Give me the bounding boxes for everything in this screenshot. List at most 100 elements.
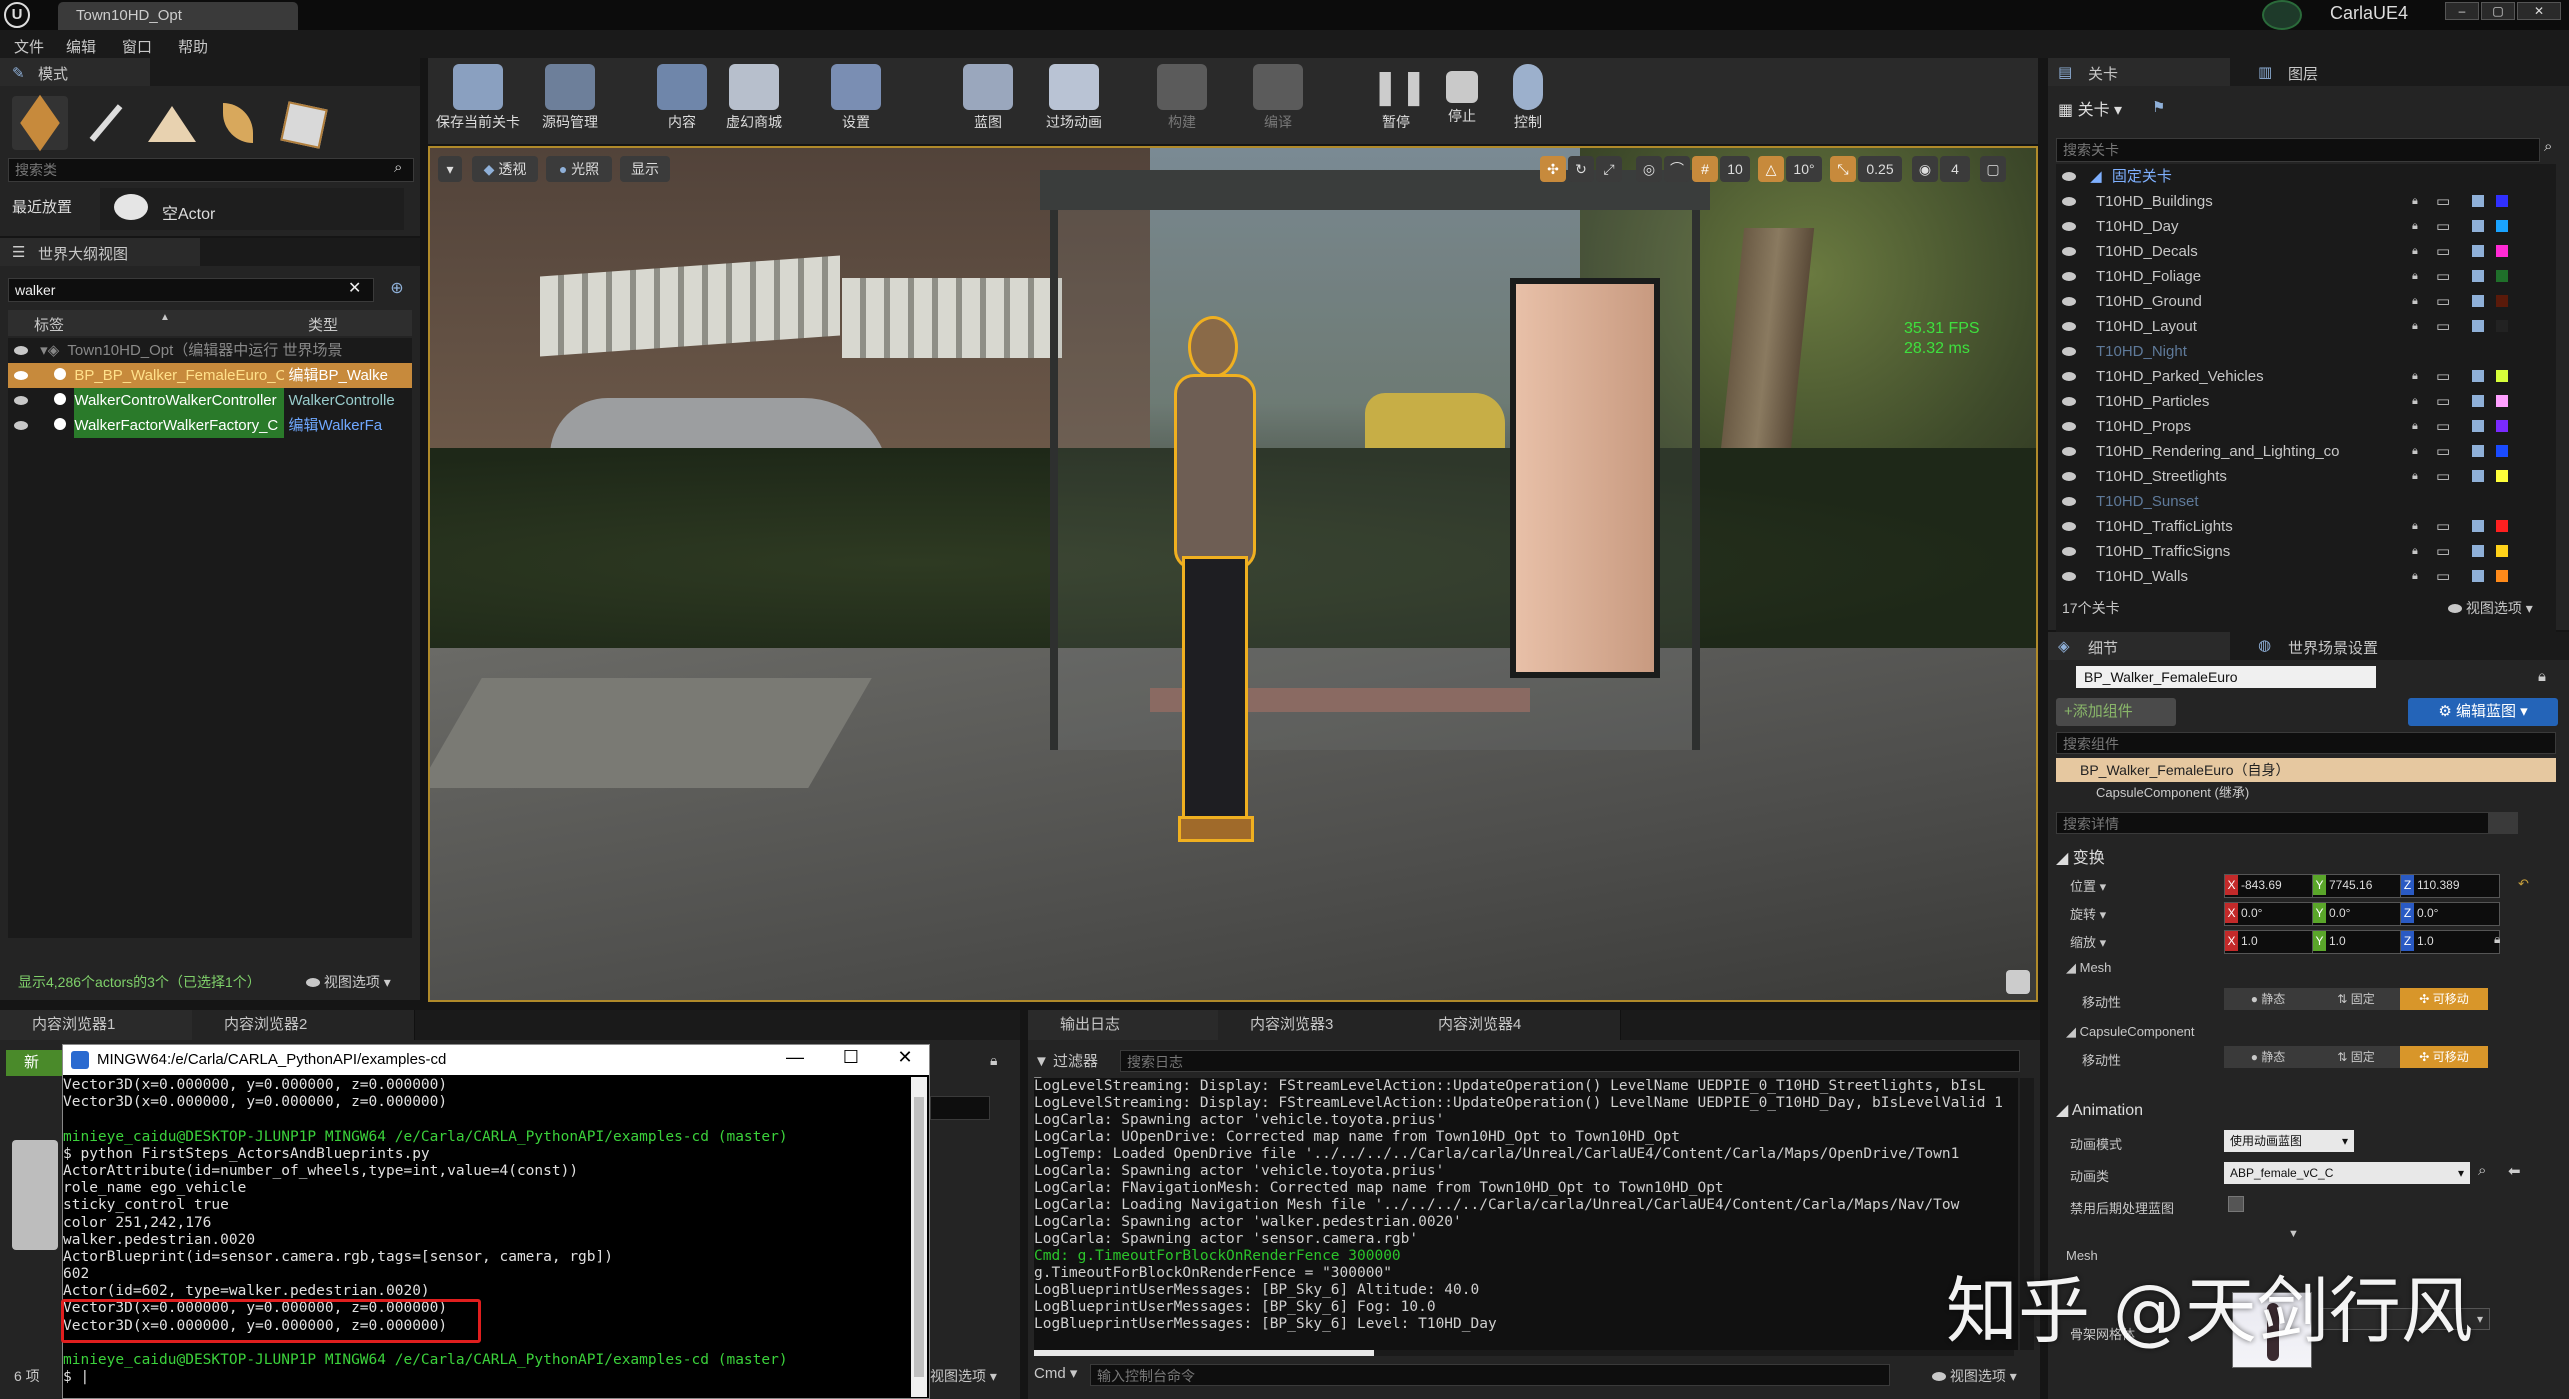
content-asset-tile[interactable] bbox=[12, 1140, 58, 1250]
blueprint-icon[interactable] bbox=[2472, 470, 2484, 482]
table-row[interactable]: WalkerFactorWalkerFactory_C 编辑WalkerFa bbox=[8, 413, 412, 438]
mesh-section[interactable]: ◢ Mesh bbox=[2066, 960, 2111, 976]
cmd-dropdown[interactable]: Cmd ▾ bbox=[1034, 1364, 1084, 1386]
col-label[interactable]: 标签 bbox=[34, 314, 64, 335]
level-row[interactable]: T10HD_Walls 🔒︎ ▭ bbox=[2056, 564, 2556, 589]
clear-search-icon[interactable]: ✕ bbox=[348, 278, 361, 298]
save-icon[interactable]: ▭ bbox=[2436, 439, 2450, 464]
class-search-input[interactable]: 搜索类 bbox=[8, 158, 414, 182]
table-row[interactable]: BP_BP_Walker_FemaleEuro_C 编辑BP_Walke bbox=[8, 363, 412, 388]
level-color-swatch[interactable] bbox=[2496, 270, 2508, 282]
outliner-view-options[interactable]: 视图选项 ▾ bbox=[306, 972, 391, 992]
recent-placed-tab[interactable]: 最近放置 bbox=[12, 196, 72, 217]
disable-post-checkbox[interactable] bbox=[2228, 1196, 2244, 1212]
details-search-input[interactable]: 搜索详情 bbox=[2056, 812, 2494, 834]
level-color-swatch[interactable] bbox=[2496, 570, 2508, 582]
level-color-swatch[interactable] bbox=[2496, 545, 2508, 557]
eye-icon[interactable] bbox=[2062, 222, 2076, 231]
log-filter-button[interactable]: ▼ 过滤器 ▾ bbox=[1034, 1050, 1108, 1089]
level-row[interactable]: T10HD_Sunset bbox=[2056, 489, 2556, 514]
blueprint-icon[interactable] bbox=[2472, 320, 2484, 332]
blueprint-icon[interactable] bbox=[2472, 245, 2484, 257]
output-log-tab[interactable]: 输出日志 bbox=[1028, 1010, 1243, 1040]
level-color-swatch[interactable] bbox=[2496, 520, 2508, 532]
eye-icon[interactable] bbox=[2062, 172, 2076, 181]
terminal-minimize-button[interactable]: — bbox=[775, 1047, 815, 1073]
scale-tool-button[interactable]: ⤢ bbox=[1596, 156, 1622, 182]
level-color-swatch[interactable] bbox=[2496, 395, 2508, 407]
source-control-button[interactable]: 源码管理 bbox=[528, 58, 612, 138]
lock-icon[interactable]: 🔒︎ bbox=[2412, 264, 2418, 289]
details-tab[interactable]: ◈ 细节 bbox=[2048, 632, 2230, 660]
mode-place-button[interactable] bbox=[12, 94, 68, 152]
level-row[interactable]: T10HD_Rendering_and_Lighting_co 🔒︎ ▭ bbox=[2056, 439, 2556, 464]
blueprint-icon[interactable] bbox=[2472, 270, 2484, 282]
console-command-input[interactable]: 输入控制台命令 bbox=[1090, 1364, 1890, 1386]
level-row[interactable]: T10HD_Particles 🔒︎ ▭ bbox=[2056, 389, 2556, 414]
eye-icon[interactable] bbox=[2062, 447, 2076, 456]
eye-icon[interactable] bbox=[2062, 547, 2076, 556]
eye-icon[interactable] bbox=[2062, 322, 2076, 331]
level-color-swatch[interactable] bbox=[2496, 470, 2508, 482]
terminal-maximize-button[interactable]: ☐ bbox=[831, 1047, 871, 1073]
eye-icon[interactable] bbox=[2062, 347, 2076, 356]
outliner-search-input[interactable]: walker bbox=[8, 278, 374, 302]
level-row[interactable]: T10HD_Foliage 🔒︎ ▭ bbox=[2056, 264, 2556, 289]
save-icon[interactable]: ▭ bbox=[2436, 514, 2450, 539]
save-icon[interactable]: ▭ bbox=[2436, 264, 2450, 289]
eye-icon[interactable] bbox=[2062, 372, 2076, 381]
lock-icon[interactable]: 🔒︎ bbox=[2412, 414, 2418, 439]
eye-icon[interactable] bbox=[2062, 247, 2076, 256]
surface-snap-button[interactable]: ⌒ bbox=[1664, 156, 1690, 182]
blueprint-icon[interactable] bbox=[2472, 570, 2484, 582]
modes-tab[interactable]: ✎ 模式 bbox=[0, 58, 150, 86]
save-icon[interactable]: ▭ bbox=[2436, 414, 2450, 439]
expand-advanced-icon[interactable]: ▼ bbox=[2288, 1228, 2299, 1240]
viewport-options-button[interactable] bbox=[2006, 970, 2030, 994]
actor-name-field[interactable]: BP_Walker_FemaleEuro bbox=[2076, 666, 2376, 688]
mode-geometry-button[interactable] bbox=[276, 96, 332, 150]
property-matrix-button[interactable] bbox=[2488, 812, 2518, 834]
lock-icon[interactable]: 🔒︎ bbox=[2412, 364, 2418, 389]
level-color-swatch[interactable] bbox=[2496, 320, 2508, 332]
level-tab[interactable]: Town10HD_Opt bbox=[58, 2, 298, 30]
edit-blueprint-button[interactable]: ⚙ 编辑蓝图 ▾ bbox=[2408, 698, 2558, 726]
world-settings-tab[interactable]: ◍ 世界场景设置 bbox=[2248, 632, 2448, 660]
mesh-mobility-static[interactable]: ● 静态 bbox=[2224, 988, 2312, 1010]
empty-actor-item[interactable]: 空Actor bbox=[100, 188, 404, 230]
mode-landscape-button[interactable] bbox=[144, 96, 200, 150]
components-search-input[interactable]: 搜索组件 bbox=[2056, 732, 2556, 754]
log-view-options[interactable]: 视图选项 ▾ bbox=[1932, 1366, 2017, 1386]
maximize-button[interactable]: ▢ bbox=[2481, 2, 2515, 20]
level-row[interactable]: T10HD_TrafficLights 🔒︎ ▭ bbox=[2056, 514, 2556, 539]
use-selected-icon[interactable]: ⬅ bbox=[2508, 1162, 2521, 1180]
blueprint-icon[interactable] bbox=[2472, 520, 2484, 532]
levels-tab[interactable]: ▤ 关卡 bbox=[2048, 58, 2230, 86]
anim-class-dropdown[interactable]: ABP_female_vC_C ▾ bbox=[2224, 1162, 2470, 1184]
level-row[interactable]: T10HD_Props 🔒︎ ▭ bbox=[2056, 414, 2556, 439]
translate-tool-button[interactable]: ✣ bbox=[1540, 156, 1566, 182]
selected-walker[interactable] bbox=[1160, 316, 1260, 842]
lock-icon[interactable]: 🔒︎ bbox=[2412, 289, 2418, 314]
maximize-viewport-button[interactable]: ▢ bbox=[1980, 156, 2006, 182]
settings-button[interactable]: 设置 bbox=[814, 58, 898, 138]
eye-icon[interactable] bbox=[2062, 197, 2076, 206]
scale-snap-value[interactable]: 0.25 bbox=[1858, 156, 1902, 182]
eye-icon[interactable] bbox=[2062, 397, 2076, 406]
level-row[interactable]: T10HD_Night bbox=[2056, 339, 2556, 364]
lock-icon[interactable]: 🔒︎ bbox=[2412, 514, 2418, 539]
lock-icon[interactable]: 🔒︎ bbox=[2412, 389, 2418, 414]
sublevel-icon[interactable]: ⚑ bbox=[2152, 98, 2165, 116]
terminal-window[interactable]: MINGW64:/e/Carla/CARLA_PythonAPI/example… bbox=[61, 1044, 930, 1399]
minimize-button[interactable]: – bbox=[2445, 2, 2479, 20]
content-new-button[interactable]: 新 bbox=[6, 1050, 62, 1076]
eye-icon[interactable] bbox=[2062, 422, 2076, 431]
level-row[interactable]: T10HD_Buildings 🔒︎ ▭ bbox=[2056, 189, 2556, 214]
eye-icon[interactable] bbox=[2062, 272, 2076, 281]
save-current-level-button[interactable]: 保存当前关卡 bbox=[430, 58, 526, 138]
rotation-snap-value[interactable]: 10° bbox=[1786, 156, 1822, 182]
lock-icon[interactable]: 🔒︎ bbox=[2538, 668, 2546, 685]
mode-paint-button[interactable] bbox=[78, 96, 134, 150]
level-color-swatch[interactable] bbox=[2496, 445, 2508, 457]
lit-button[interactable]: ● 光照 bbox=[546, 156, 612, 182]
